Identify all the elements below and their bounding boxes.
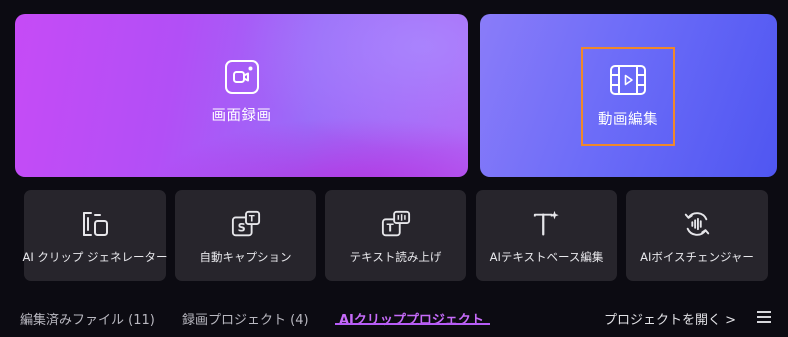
active-tab-indicator [335,323,490,325]
svg-text:S: S [237,222,245,235]
tool-label: AIテキストベース編集 [489,250,604,264]
svg-text:T: T [248,214,254,224]
tool-label: AIボイスチェンジャー [640,250,754,264]
tool-ai-clip-generator[interactable]: AI クリップ ジェネレーター [22,190,168,281]
tab-recording-projects[interactable]: 録画プロジェクト (4) [182,309,309,328]
tab-ai-clip-projects[interactable]: AIクリッププロジェクト [339,309,484,328]
tool-label: AI クリップ ジェネレーター [22,250,168,264]
tool-ai-voice-changer[interactable]: AIボイスチェンジャー [626,190,768,281]
tool-ai-text-based-edit[interactable]: AIテキストベース編集 [476,190,617,281]
tool-text-to-speech[interactable]: T テキスト読み上げ [325,190,466,281]
screen-record-icon [224,60,259,94]
hamburger-menu-icon[interactable] [757,311,771,323]
video-edit-label: 動画編集 [598,112,658,128]
app-home: 画面録画 動画編集 AI クリップ ジェネレーター S T 自動キャプション T… [0,0,788,337]
ai-clip-icon [80,209,110,239]
svg-text:T: T [386,223,393,235]
open-project-link[interactable]: プロジェクトを開く > [604,309,736,328]
tool-auto-caption[interactable]: S T 自動キャプション [175,190,316,281]
video-edit-card[interactable]: 動画編集 [480,14,777,177]
film-play-icon [609,64,647,96]
tool-label: 自動キャプション [199,250,292,264]
voice-changer-icon [682,209,712,239]
text-to-speech-icon: T [381,209,411,239]
tool-label: テキスト読み上げ [349,250,442,264]
video-edit-focus-ring: 動画編集 [581,47,675,146]
tab-edited-files[interactable]: 編集済みファイル (11) [20,309,155,328]
screen-record-card[interactable]: 画面録画 [15,14,468,177]
screen-record-label: 画面録画 [211,108,272,124]
caption-icon: S T [231,209,261,239]
text-edit-icon [532,209,562,239]
